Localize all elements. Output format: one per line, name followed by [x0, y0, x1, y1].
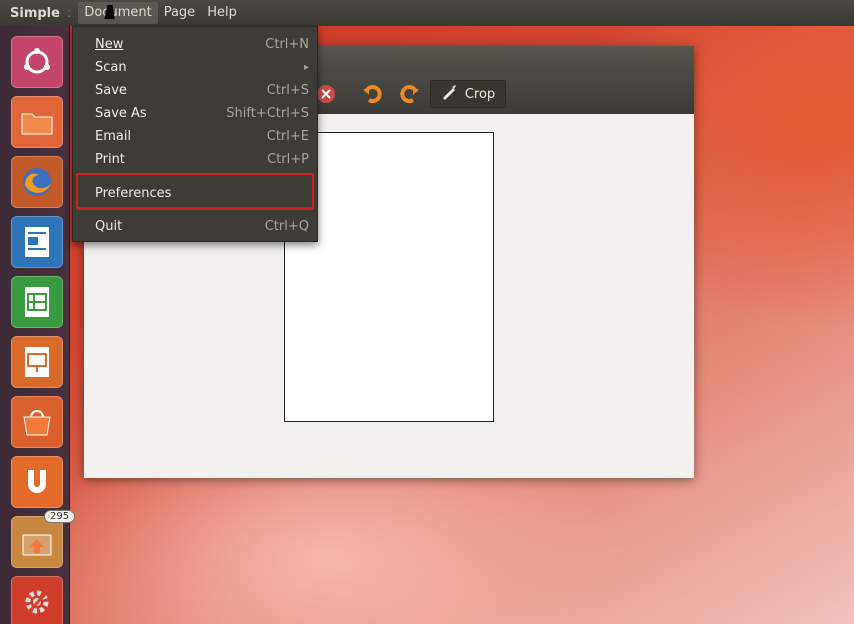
crop-label: Crop: [464, 86, 496, 102]
system-settings-icon[interactable]: [11, 576, 63, 624]
update-manager-icon[interactable]: 295: [11, 510, 76, 568]
calc-icon[interactable]: [11, 276, 63, 328]
software-center-icon[interactable]: [11, 396, 63, 448]
crop-icon: [441, 84, 457, 104]
launcher: 295: [0, 26, 76, 624]
menu-item-label: Save As: [95, 105, 147, 121]
menu-item-accel: Ctrl+P: [267, 151, 309, 167]
menu-item-label: Scan: [95, 59, 127, 75]
menu-item-accel: Ctrl+N: [265, 36, 309, 52]
files-icon[interactable]: [11, 96, 63, 148]
menu-item-quit[interactable]: Quit Ctrl+Q: [73, 215, 317, 237]
rotate-right-icon[interactable]: [396, 80, 422, 108]
document-menu: New Ctrl+N Scan ▸ Save Ctrl+S Save As Sh…: [72, 26, 318, 242]
menu-separator: :: [66, 5, 72, 21]
stop-scan-icon[interactable]: [316, 80, 336, 108]
update-count-badge: 295: [44, 510, 76, 523]
impress-icon[interactable]: [11, 336, 63, 388]
menu-item-label: Save: [95, 82, 127, 98]
menu-item-label: Print: [95, 151, 125, 167]
menu-item-label: New: [95, 36, 124, 52]
menu-item-accel: Shift+Ctrl+S: [226, 105, 309, 121]
menu-item-print[interactable]: Print Ctrl+P: [73, 148, 317, 170]
menu-item-label: Quit: [95, 218, 123, 234]
submenu-arrow-icon: ▸: [303, 61, 309, 73]
dash-home-icon[interactable]: [11, 36, 63, 88]
top-panel: Simple : Document Page Help: [0, 0, 854, 26]
menu-item-accel: Ctrl+Q: [264, 218, 309, 234]
menu-item-label: Email: [95, 128, 132, 144]
menu-item-accel: Ctrl+E: [266, 128, 309, 144]
preferences-highlight-box: [76, 173, 314, 209]
crop-button[interactable]: Crop: [430, 80, 506, 108]
ubuntu-one-icon[interactable]: [11, 456, 63, 508]
menu-item-save-as[interactable]: Save As Shift+Ctrl+S: [73, 102, 317, 124]
menu-divider: [77, 209, 313, 210]
menu-page[interactable]: Page: [158, 2, 201, 24]
firefox-icon[interactable]: [11, 156, 63, 208]
menu-item-new[interactable]: New Ctrl+N: [73, 33, 317, 55]
menu-help[interactable]: Help: [201, 2, 243, 24]
menu-item-email[interactable]: Email Ctrl+E: [73, 125, 317, 147]
menu-item-scan[interactable]: Scan ▸: [73, 56, 317, 78]
writer-icon[interactable]: [11, 216, 63, 268]
menu-document[interactable]: Document: [78, 2, 158, 24]
app-name: Simple: [10, 5, 60, 21]
menu-item-accel: Ctrl+S: [266, 82, 309, 98]
rotate-left-icon[interactable]: [360, 80, 386, 108]
menu-item-save[interactable]: Save Ctrl+S: [73, 79, 317, 101]
